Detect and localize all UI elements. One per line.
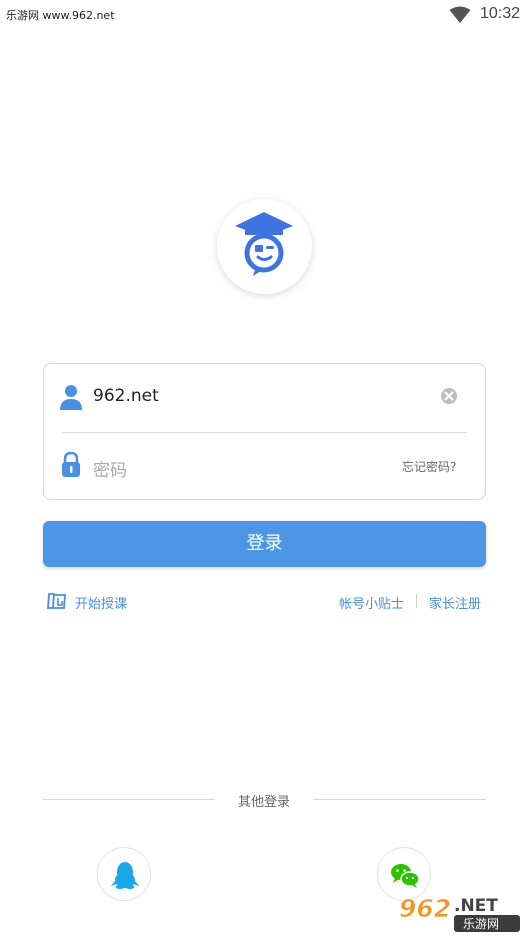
watermark-logo: 962 .NET 乐游网 — [399, 894, 520, 932]
status-time: 10:32 — [480, 5, 521, 22]
svg-text:.NET: .NET — [454, 896, 498, 916]
lock-icon — [62, 452, 80, 477]
account-tips-link[interactable]: 帐号小贴士 — [339, 593, 404, 612]
qq-icon — [111, 862, 139, 889]
password-row[interactable]: 密码 忘记密码? — [44, 432, 485, 500]
clear-icon[interactable] — [440, 387, 458, 405]
username-input[interactable]: 962.net — [93, 386, 159, 406]
divider-left — [43, 799, 215, 800]
teach-icon — [47, 593, 66, 609]
link-separator — [416, 594, 417, 608]
user-icon — [60, 385, 82, 410]
divider-right — [313, 799, 486, 800]
parent-register-link[interactable]: 家长注册 — [429, 593, 481, 612]
app-logo — [217, 199, 312, 294]
svg-text:乐游网: 乐游网 — [463, 917, 499, 931]
status-bar: 乐游网 www.962.net 10:32 — [0, 0, 529, 30]
wifi-icon — [449, 6, 471, 23]
watermark-text: 乐游网 www.962.net — [6, 9, 115, 22]
forgot-password-link[interactable]: 忘记密码? — [402, 458, 456, 475]
login-card: 962.net 密码 忘记密码? — [43, 363, 486, 500]
qq-login-button[interactable] — [97, 847, 151, 901]
svg-text:962: 962 — [399, 894, 451, 923]
start-teaching-label: 开始授课 — [75, 597, 128, 612]
password-input[interactable]: 密码 — [93, 456, 127, 481]
graduation-cap-chat-icon — [235, 212, 293, 276]
login-button[interactable]: 登录 — [43, 521, 486, 567]
username-row[interactable]: 962.net — [44, 364, 485, 432]
other-login-label: 其他登录 — [238, 795, 291, 810]
